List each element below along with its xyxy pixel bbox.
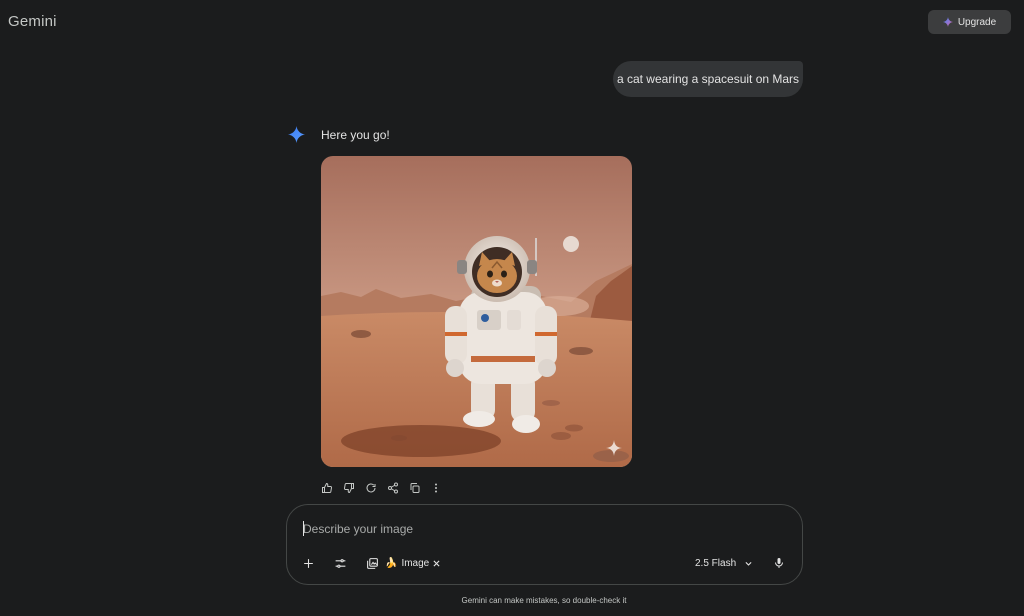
disclaimer-text: Gemini can make mistakes, so double-chec… <box>461 596 627 605</box>
add-icon[interactable] <box>302 554 315 572</box>
image-mode-chip[interactable]: 🍌 Image <box>385 554 429 572</box>
thumbs-up-icon[interactable] <box>320 481 334 495</box>
model-label: 2.5 Flash <box>695 557 737 569</box>
upgrade-label: Upgrade <box>957 16 997 28</box>
text-caret <box>303 521 304 536</box>
gallery-icon[interactable] <box>366 554 379 572</box>
share-icon[interactable] <box>386 481 400 495</box>
gemini-app: Gemini Upgrade a cat wearing a spacesuit… <box>0 0 1024 616</box>
copy-icon[interactable] <box>408 481 422 495</box>
user-message: a cat wearing a spacesuit on Mars <box>613 61 803 97</box>
more-vertical-icon[interactable] <box>430 481 442 495</box>
chip-label: Image <box>401 557 430 569</box>
prompt-composer: 🍌 Image 2.5 Flash <box>286 504 803 585</box>
model-response-text: Here you go! <box>321 128 390 142</box>
response-actions <box>320 481 442 495</box>
brand-title: Gemini <box>8 13 57 30</box>
gemini-sparkle-icon <box>288 126 305 143</box>
cat-astronaut-illustration <box>321 156 632 467</box>
generated-image[interactable] <box>321 156 632 467</box>
tools-icon[interactable] <box>334 554 347 572</box>
chevron-down-icon <box>745 561 752 566</box>
sparkle-icon <box>942 17 953 27</box>
prompt-input[interactable] <box>303 521 783 537</box>
upgrade-button[interactable]: Upgrade <box>928 10 1011 34</box>
model-selector[interactable]: 2.5 Flash <box>695 554 753 572</box>
microphone-icon[interactable] <box>773 554 785 572</box>
user-message-text: a cat wearing a spacesuit on Mars <box>616 72 800 86</box>
redo-icon[interactable] <box>364 481 378 495</box>
thumbs-down-icon[interactable] <box>342 481 356 495</box>
banana-icon: 🍌 <box>385 557 398 569</box>
close-icon[interactable] <box>432 554 441 572</box>
